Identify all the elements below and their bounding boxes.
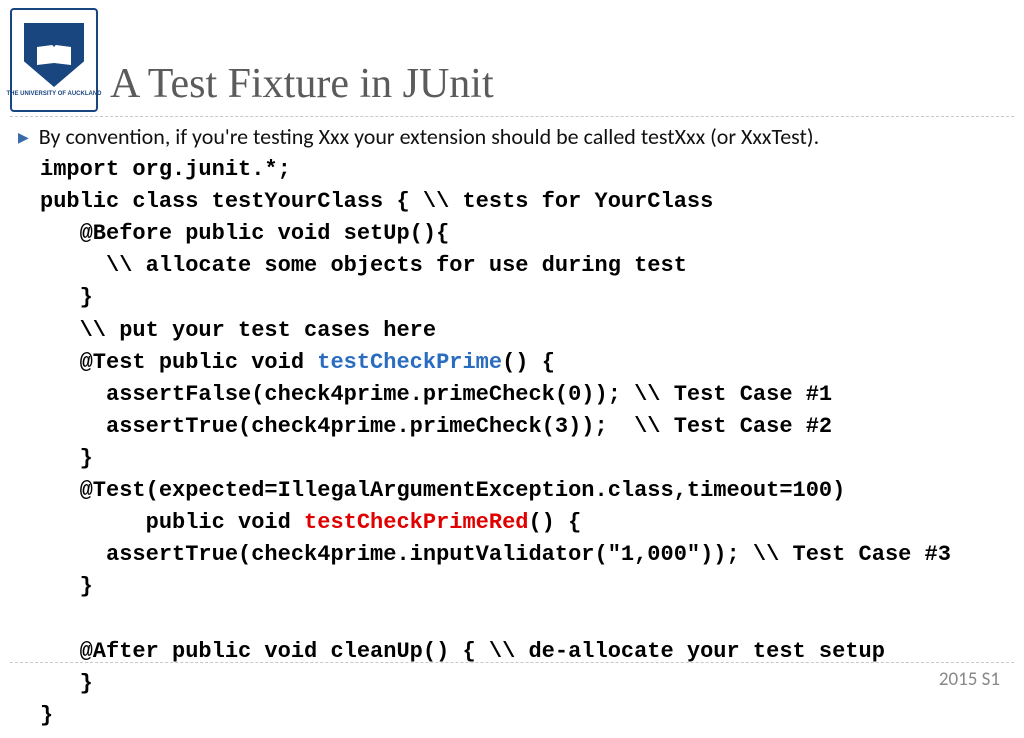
code-line: \\ put your test cases here	[40, 318, 436, 343]
code-line: }	[40, 703, 53, 728]
code-line: public void	[40, 510, 304, 535]
code-line: }	[40, 446, 93, 471]
code-line: assertTrue(check4prime.primeCheck(3)); \…	[40, 414, 832, 439]
logo-text: THE UNIVERSITY OF AUCKLAND	[7, 91, 102, 97]
bullet-arrow-icon: ▶	[18, 129, 29, 146]
university-logo: THE UNIVERSITY OF AUCKLAND	[10, 8, 98, 112]
code-line: assertTrue(check4prime.inputValidator("1…	[40, 542, 951, 567]
code-line: () {	[528, 510, 581, 535]
logo-shield-icon	[24, 23, 84, 87]
slide-title: A Test Fixture in JUnit	[110, 60, 494, 112]
code-line: public class testYourClass { \\ tests fo…	[40, 189, 713, 214]
logo-book-icon	[37, 45, 71, 65]
code-line: }	[40, 574, 93, 599]
code-line: @After public void cleanUp() { \\ de-all…	[40, 639, 885, 664]
code-line: assertFalse(check4prime.primeCheck(0)); …	[40, 382, 832, 407]
code-highlight-blue: testCheckPrime	[317, 350, 502, 375]
slide-body: ▶ By convention, if you're testing Xxx y…	[0, 117, 1024, 738]
bullet-item: ▶ By convention, if you're testing Xxx y…	[18, 123, 1006, 150]
code-highlight-red: testCheckPrimeRed	[304, 510, 528, 535]
code-line: \\ allocate some objects for use during …	[40, 253, 687, 278]
footer-divider	[10, 662, 1014, 663]
code-line: import org.junit.*;	[40, 157, 291, 182]
code-line: @Before public void setUp(){	[40, 221, 449, 246]
code-line: @Test public void	[40, 350, 317, 375]
code-line: }	[40, 285, 93, 310]
bullet-text: By convention, if you're testing Xxx you…	[39, 123, 819, 150]
code-line: }	[40, 671, 93, 696]
code-block: import org.junit.*; public class testYou…	[40, 154, 1006, 732]
slide-header: THE UNIVERSITY OF AUCKLAND A Test Fixtur…	[0, 0, 1024, 116]
code-line: () {	[502, 350, 555, 375]
footer-text: 2015 S1	[939, 668, 1000, 691]
code-line: @Test(expected=IllegalArgumentException.…	[40, 478, 845, 503]
